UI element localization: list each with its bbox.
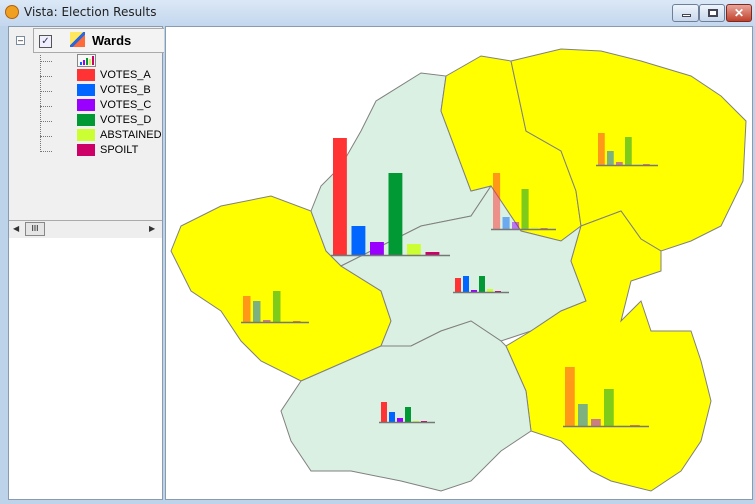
legend-swatch: [77, 114, 95, 126]
scroll-left-icon[interactable]: ◀: [13, 224, 19, 233]
legend-label: SPOILT: [100, 144, 139, 156]
close-icon: ✕: [733, 6, 745, 20]
bar-votes_b: [578, 404, 588, 426]
bar-votes_c: [263, 320, 271, 322]
layer-tree: – ✓ Wards VOTES_A VOTES_B VOTES_C VOTES_D AB…: [9, 27, 164, 221]
legend-swatch: [77, 144, 95, 156]
bar-votes_a: [493, 173, 501, 229]
bar-votes_a: [381, 402, 387, 422]
bar-votes_d: [521, 189, 529, 229]
bar-abstained: [407, 244, 421, 255]
window-title: Vista: Election Results: [24, 5, 157, 19]
legend-label: VOTES_A: [100, 69, 151, 81]
legend-label: VOTES_B: [100, 84, 151, 96]
bar-votes_c: [512, 222, 520, 229]
bar-votes_b: [253, 301, 261, 322]
bar-votes_b: [607, 151, 614, 165]
bar-votes_c: [471, 290, 477, 292]
title-bar: Vista: Election Results ✕: [0, 0, 755, 26]
bar-votes_c: [397, 418, 403, 422]
ward-map[interactable]: [166, 27, 754, 501]
bar-abstained: [487, 289, 493, 292]
maximize-icon: [708, 9, 718, 17]
legend-swatch: [77, 99, 95, 111]
bar-votes_d: [388, 173, 403, 255]
layer-item-wards[interactable]: ✓ Wards: [33, 28, 164, 53]
horizontal-scrollbar[interactable]: ◀ III ▶: [9, 221, 162, 238]
bar-votes_d: [405, 407, 411, 422]
maximize-button[interactable]: [699, 4, 725, 22]
minimize-button[interactable]: [672, 4, 699, 22]
scrollbar-thumb[interactable]: III: [25, 222, 45, 236]
layer-visibility-checkbox[interactable]: ✓: [39, 35, 52, 48]
bar-votes_c: [616, 162, 623, 165]
legend-swatch: [77, 69, 95, 81]
bar-chart-icon: [77, 54, 96, 67]
bar-votes_d: [273, 291, 281, 322]
bar-spoilt: [425, 252, 440, 255]
bar-votes_a: [243, 296, 251, 322]
bar-votes_c: [370, 242, 384, 255]
bar-votes_a: [598, 133, 605, 165]
legend-label: VOTES_D: [100, 114, 152, 126]
minimize-icon: [682, 14, 691, 17]
layer-panel: – ✓ Wards VOTES_A VOTES_B VOTES_C VOTES_D AB…: [8, 26, 164, 500]
polygon-layer-icon: [70, 32, 85, 47]
bar-votes_b: [389, 412, 395, 422]
bar-votes_a: [565, 367, 575, 426]
bar-votes_d: [604, 389, 614, 426]
bar-abstained: [531, 227, 539, 229]
close-button[interactable]: ✕: [726, 4, 752, 22]
legend-swatch: [77, 129, 95, 141]
bar-votes_d: [479, 276, 485, 292]
collapse-toggle[interactable]: –: [16, 36, 25, 45]
bar-votes_a: [455, 278, 461, 292]
app-globe-icon: [5, 5, 19, 19]
legend-swatch: [77, 84, 95, 96]
bar-votes_b: [351, 226, 366, 255]
scroll-right-icon[interactable]: ▶: [149, 224, 155, 233]
layer-name: Wards: [92, 33, 132, 48]
map-view[interactable]: [165, 26, 753, 500]
legend-label: ABSTAINED: [100, 129, 162, 141]
legend-label: VOTES_C: [100, 99, 152, 111]
bar-votes_b: [463, 276, 469, 292]
bar-votes_c: [591, 419, 601, 426]
bar-votes_d: [625, 137, 632, 165]
bar-votes_b: [502, 217, 510, 229]
bar-votes_a: [333, 138, 347, 255]
